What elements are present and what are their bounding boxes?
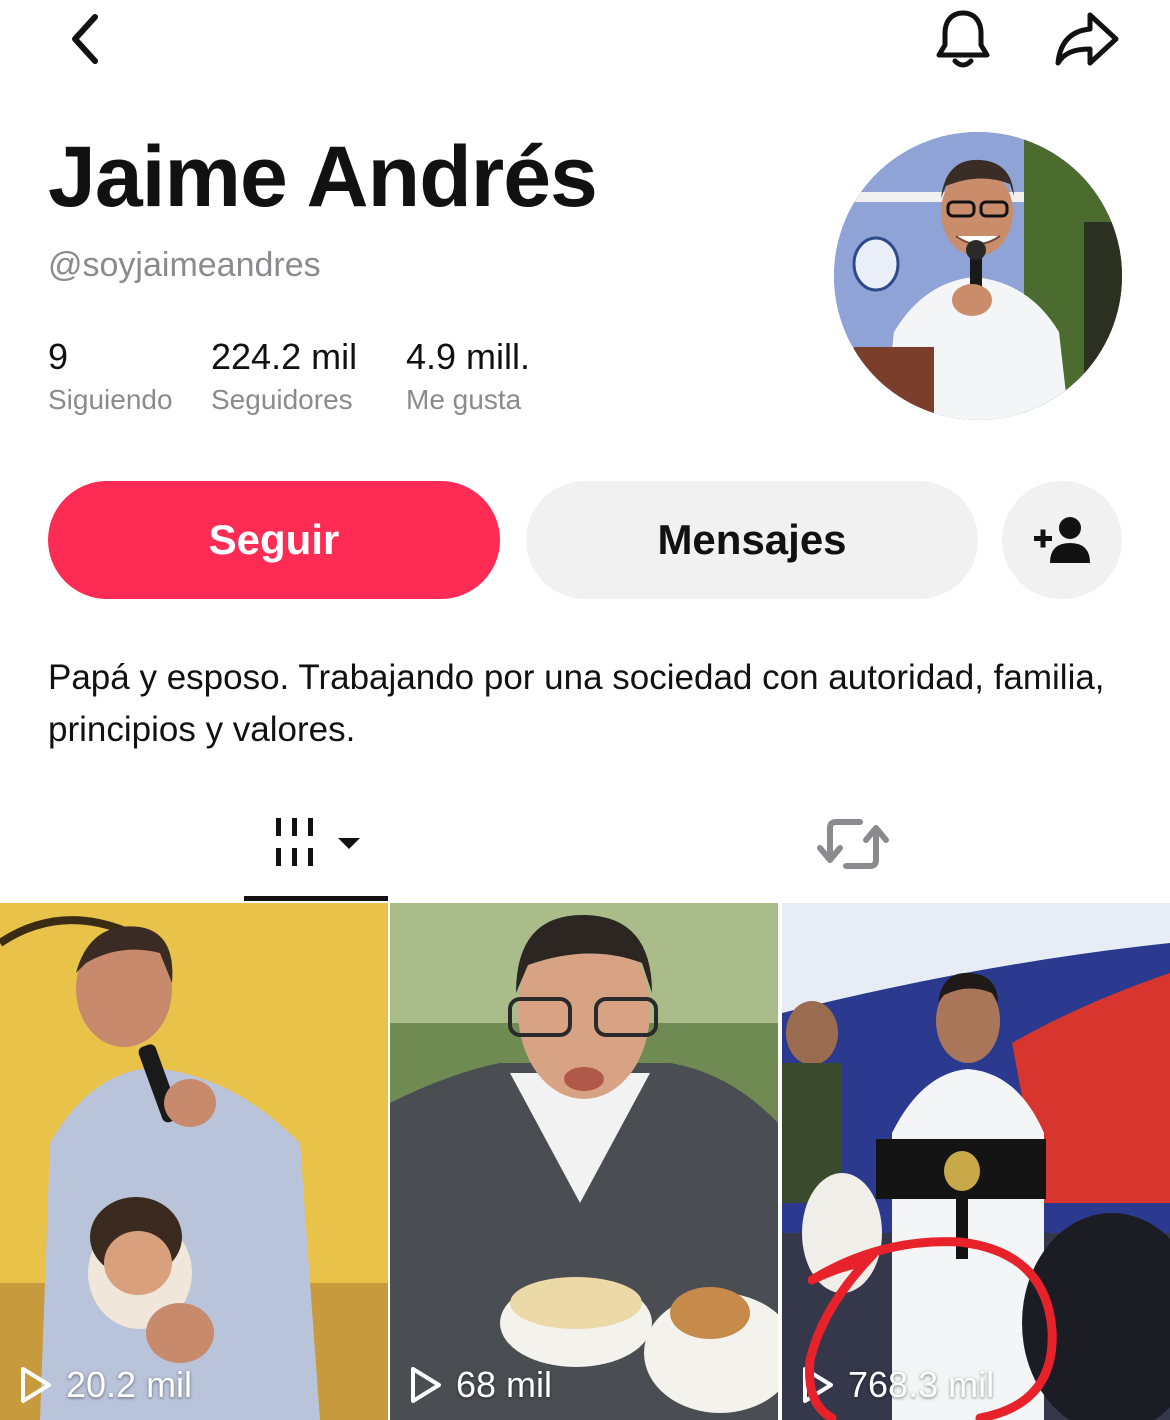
play-icon xyxy=(411,1367,441,1403)
stat-followers-label: Seguidores xyxy=(211,384,353,415)
tab-videos[interactable] xyxy=(270,812,370,876)
repost-icon xyxy=(817,819,889,869)
stat-following-value: 9 xyxy=(48,336,69,377)
video-tile[interactable]: 68 mil xyxy=(390,903,778,1420)
avatar-photo xyxy=(834,132,1122,420)
follow-button[interactable]: Seguir xyxy=(48,481,500,599)
view-count: 68 mil xyxy=(408,1364,552,1406)
video-thumbnail xyxy=(782,903,1170,1420)
stat-followers[interactable]: 224.2 mil Seguidores xyxy=(211,336,357,416)
video-tile[interactable]: 20.2 mil xyxy=(0,903,388,1420)
stat-following-label: Siguiendo xyxy=(48,384,173,415)
play-icon xyxy=(803,1367,833,1403)
profile-handle: @soyjaimeandres xyxy=(48,246,321,284)
stat-followers-value: 224.2 mil xyxy=(211,336,358,377)
back-button[interactable] xyxy=(50,4,120,74)
bell-icon xyxy=(936,10,990,68)
add-friend-button[interactable] xyxy=(1002,481,1122,599)
profile-name: Jaime Andrés xyxy=(48,129,598,225)
stat-likes[interactable]: 4.9 mill. Me gusta xyxy=(406,336,530,416)
play-icon xyxy=(21,1367,51,1403)
messages-button[interactable]: Mensajes xyxy=(526,481,978,599)
stat-likes-label: Me gusta xyxy=(406,384,522,415)
chevron-left-icon xyxy=(72,14,98,64)
view-count: 768.3 mil xyxy=(800,1364,994,1406)
video-tile[interactable]: 768.3 mil xyxy=(782,903,1170,1420)
video-grid-icon xyxy=(276,818,360,866)
view-count-label: 68 mil xyxy=(456,1364,553,1405)
video-thumbnail xyxy=(0,903,388,1420)
view-count-label: 768.3 mil xyxy=(848,1364,995,1405)
share-button[interactable] xyxy=(1052,4,1122,74)
stat-likes-value: 4.9 mill. xyxy=(406,336,531,377)
share-arrow-icon xyxy=(1055,12,1119,66)
view-count: 20.2 mil xyxy=(18,1364,192,1406)
stat-following[interactable]: 9 Siguiendo xyxy=(48,336,173,416)
view-count-label: 20.2 mil xyxy=(66,1364,193,1405)
video-thumbnail xyxy=(390,903,778,1420)
tab-reposts[interactable] xyxy=(816,812,890,876)
profile-bio: Papá y esposo. Trabajando por una socied… xyxy=(48,658,1105,749)
add-person-icon xyxy=(1034,517,1090,563)
active-tab-indicator xyxy=(244,896,388,901)
avatar[interactable] xyxy=(834,132,1122,420)
notifications-button[interactable] xyxy=(928,4,998,74)
